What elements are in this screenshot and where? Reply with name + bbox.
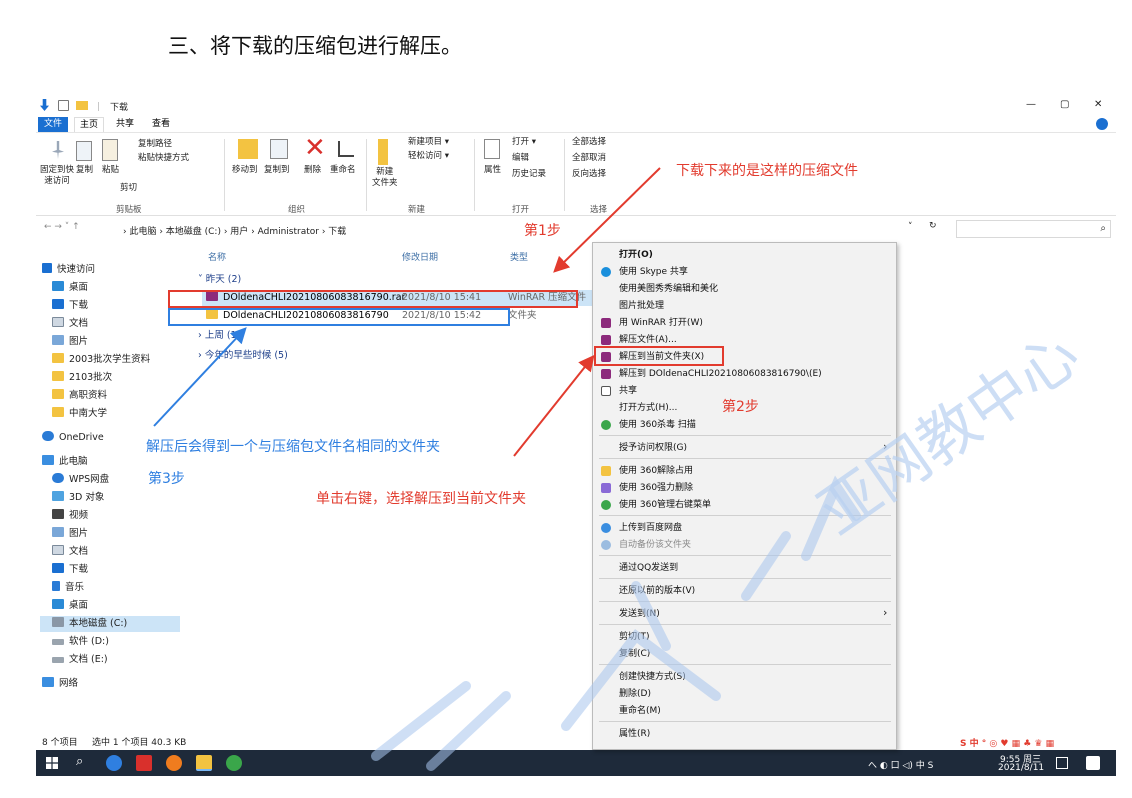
note-result-folder: 解压后会得到一个与压缩包文件名相同的文件夹: [146, 439, 440, 455]
arrow-to-extract: [513, 354, 595, 457]
arrow-to-folder: [153, 327, 247, 427]
step2-label: 第2步: [722, 399, 759, 415]
step3-label: 第3步: [148, 471, 185, 487]
note-downloaded-file: 下载下来的是这样的压缩文件: [676, 163, 858, 179]
document-heading: 三、将下载的压缩包进行解压。: [168, 34, 462, 58]
step1-label: 第1步: [524, 223, 561, 239]
note-right-click: 单击右键，选择解压到当前文件夹: [316, 491, 526, 507]
explorer-screenshot: ｜ 下载 — ▢ ✕ 文件 主页 共享 查看 固定到快 速访问 复制 粘贴 复制…: [36, 96, 1116, 776]
arrow-to-rar: [553, 167, 661, 273]
